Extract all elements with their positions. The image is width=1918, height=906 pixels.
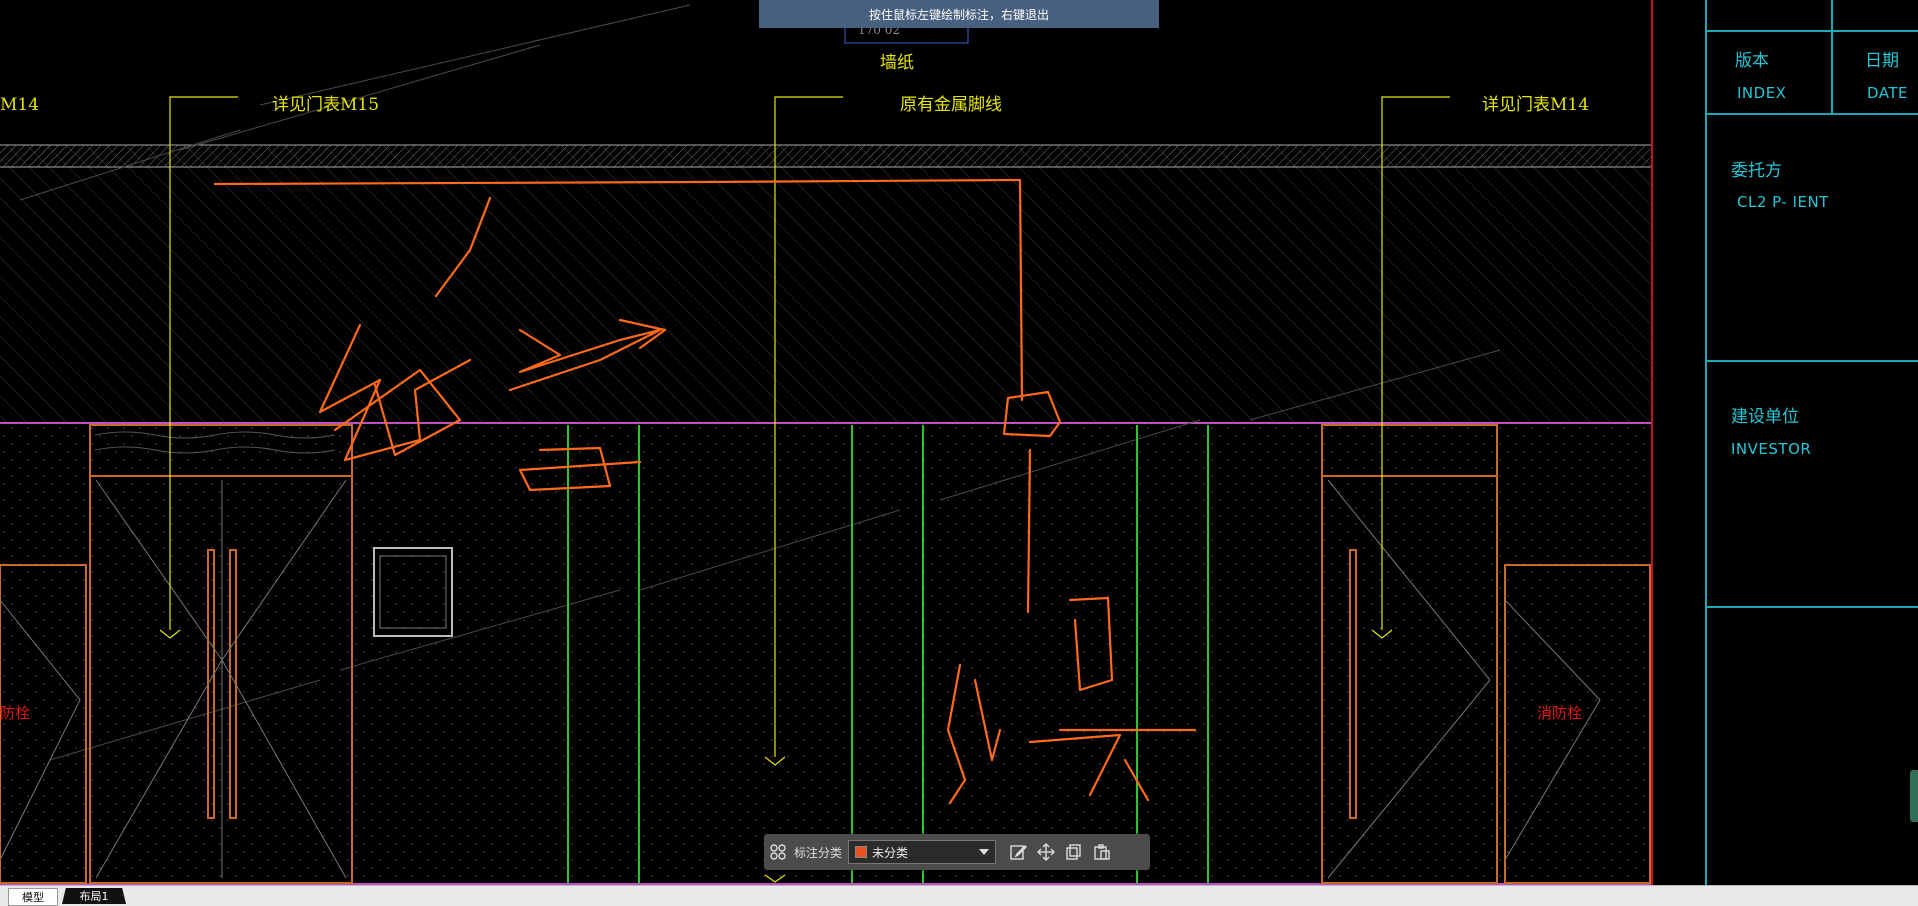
tab-model[interactable]: 模型	[8, 888, 58, 906]
upper-wall-hatch	[0, 145, 1651, 423]
annotation-toolbar: 标注分类 未分类	[764, 834, 1150, 870]
edit-icon[interactable]	[1004, 838, 1032, 866]
tb-divider	[1707, 606, 1918, 608]
tb-divider	[1707, 113, 1918, 115]
client-label: 委托方	[1731, 161, 1782, 181]
drawing-border	[1651, 0, 1653, 885]
label-fire-hydrant-left: 防栓	[0, 704, 30, 722]
investor-label: 建设单位	[1731, 407, 1799, 427]
layout-tabbar: 模型 布局1	[0, 885, 1918, 906]
version-label: 版本	[1735, 51, 1769, 71]
grid-icon[interactable]	[764, 838, 792, 866]
label-door-m15: 详见门表M15	[272, 95, 379, 115]
date-label: 日期	[1865, 51, 1899, 71]
category-label: 标注分类	[794, 845, 843, 860]
side-panel-handle[interactable]	[1910, 770, 1918, 822]
cad-drawing-canvas[interactable]: 170 02 墙纸 详见门表M15 原有金属脚线 详见门表M14 M14 防栓 …	[0, 0, 1918, 906]
tb-divider	[1831, 0, 1833, 113]
category-value: 未分类	[872, 845, 909, 860]
investor-label-en: INVESTOR	[1731, 440, 1812, 458]
move-icon[interactable]	[1032, 838, 1060, 866]
label-wallpaper: 墙纸	[880, 53, 914, 73]
label-fire-hydrant-right: 消防栓	[1537, 704, 1582, 722]
copy-icon[interactable]	[1060, 838, 1088, 866]
paste-icon[interactable]	[1088, 838, 1116, 866]
tab-layout1[interactable]: 布局1	[62, 888, 126, 904]
chevron-down-icon	[979, 849, 990, 855]
client-label-en: CL2 P- IENT	[1737, 193, 1829, 211]
top-band	[0, 145, 1651, 167]
label-door-m14-left: M14	[0, 95, 39, 115]
hint-bar: 按住鼠标左键绘制标注，右键退出	[759, 0, 1159, 28]
category-color-swatch	[855, 846, 868, 858]
version-label-en: INDEX	[1737, 84, 1787, 102]
tb-divider	[1707, 360, 1918, 362]
lower-wall-dots	[0, 423, 1651, 885]
label-door-m14-right: 详见门表M14	[1482, 95, 1589, 115]
date-label-en: DATE	[1867, 84, 1909, 102]
label-metal-skirting: 原有金属脚线	[900, 95, 1002, 115]
title-block: 版本 INDEX 日期 DATE 委托方 CL2 P- IENT 建设单位 IN…	[1705, 0, 1918, 885]
tb-divider	[1707, 30, 1918, 32]
category-select[interactable]: 未分类	[848, 840, 997, 864]
hint-text: 按住鼠标左键绘制标注，右键退出	[868, 7, 1049, 22]
